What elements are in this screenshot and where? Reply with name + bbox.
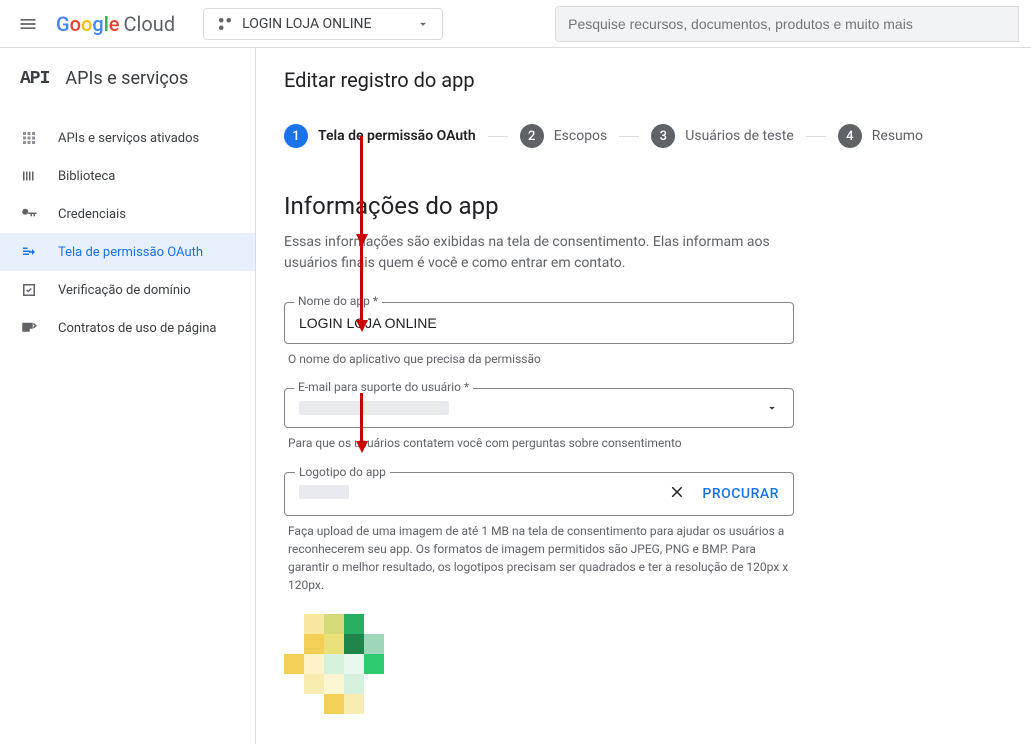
support-email-field: E-mail para suporte do usuário * [284, 388, 794, 428]
project-name: LOGIN LOJA ONLINE [242, 16, 371, 32]
library-icon [20, 167, 38, 185]
section-description: Essas informações são exibidas na tela d… [284, 232, 794, 274]
dashboard-icon [20, 129, 38, 147]
logo-cloud-text: Cloud [124, 12, 176, 36]
support-email-value [299, 401, 449, 415]
dropdown-icon [416, 17, 430, 31]
search-input[interactable] [568, 16, 1006, 32]
app-name-field: Nome do app * [284, 302, 794, 344]
support-email-hint: Para que os usuários contatem você com p… [284, 434, 794, 452]
sidebar-header: API APIs e serviços [0, 56, 255, 101]
project-selector[interactable]: LOGIN LOJA ONLINE [203, 8, 443, 40]
key-icon [20, 205, 38, 223]
step-number: 3 [651, 124, 675, 148]
logo-browse-button[interactable]: PROCURAR [702, 486, 779, 502]
sidebar-item-oauth-consent[interactable]: Tela de permissão OAuth [0, 233, 255, 271]
logo-preview [284, 614, 404, 724]
sidebar-item-label: Credenciais [58, 207, 126, 222]
step-divider [619, 136, 639, 137]
step-label: Escopos [554, 128, 608, 144]
step-2[interactable]: 2 Escopos [520, 124, 608, 148]
sidebar-item-label: Contratos de uso de página [58, 321, 217, 336]
page-title: Editar registro do app [284, 68, 1003, 92]
step-number: 1 [284, 124, 308, 148]
search-box[interactable] [555, 6, 1019, 42]
logo-clear-button[interactable] [668, 483, 686, 505]
logo-hint: Faça upload de uma imagem de até 1 MB na… [284, 522, 794, 594]
stepper: 1 Tela de permissão OAuth 2 Escopos 3 Us… [284, 124, 1003, 148]
menu-button[interactable] [12, 8, 44, 40]
app-name-input[interactable] [284, 302, 794, 344]
logo-field: Logotipo do app PROCURAR [284, 472, 794, 516]
close-icon [668, 483, 686, 501]
sidebar-item-label: Tela de permissão OAuth [58, 245, 203, 260]
step-1[interactable]: 1 Tela de permissão OAuth [284, 124, 476, 148]
sidebar-item-label: APIs e serviços ativados [58, 131, 199, 146]
step-3[interactable]: 3 Usuários de teste [651, 124, 794, 148]
step-divider [806, 136, 826, 137]
section-title: Informações do app [284, 192, 1003, 220]
menu-icon [18, 14, 38, 34]
sidebar-item-library[interactable]: Biblioteca [0, 157, 255, 195]
topbar: Google Cloud LOGIN LOJA ONLINE [0, 0, 1031, 48]
logo-label: Logotipo do app [295, 465, 390, 479]
support-email-select[interactable] [284, 388, 794, 428]
sidebar-item-credentials[interactable]: Credenciais [0, 195, 255, 233]
app-name-label: Nome do app * [294, 294, 382, 308]
consent-icon [20, 243, 38, 261]
step-number: 2 [520, 124, 544, 148]
agreement-icon [20, 319, 38, 337]
step-label: Usuários de teste [685, 128, 794, 144]
sidebar-title: APIs e serviços [65, 68, 188, 89]
sidebar-item-label: Verificação de domínio [58, 283, 191, 298]
dropdown-icon [765, 401, 779, 415]
api-logo-icon: API [20, 69, 49, 89]
step-4[interactable]: 4 Resumo [838, 124, 923, 148]
sidebar-item-domain-verification[interactable]: Verificação de domínio [0, 271, 255, 309]
verify-icon [20, 281, 38, 299]
app-name-hint: O nome do aplicativo que precisa da perm… [284, 350, 794, 368]
project-icon [216, 15, 234, 33]
step-label: Tela de permissão OAuth [318, 128, 476, 144]
google-cloud-logo[interactable]: Google Cloud [56, 12, 175, 36]
sidebar-item-enabled-apis[interactable]: APIs e serviços ativados [0, 119, 255, 157]
sidebar-item-label: Biblioteca [58, 169, 115, 184]
step-number: 4 [838, 124, 862, 148]
support-email-label: E-mail para suporte do usuário * [294, 380, 473, 394]
step-divider [488, 136, 508, 137]
sidebar: API APIs e serviços APIs e serviços ativ… [0, 48, 256, 744]
main-content: Editar registro do app 1 Tela de permiss… [256, 48, 1031, 744]
sidebar-item-page-usage[interactable]: Contratos de uso de página [0, 309, 255, 347]
step-label: Resumo [872, 128, 923, 144]
logo-filename [299, 485, 668, 503]
